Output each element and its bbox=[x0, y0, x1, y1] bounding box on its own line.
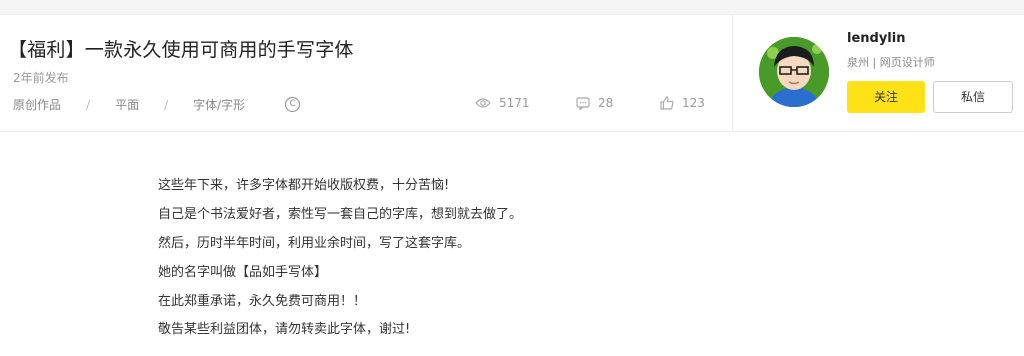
breadcrumb-item-typeface[interactable]: 字体/字形 bbox=[193, 96, 245, 113]
body-paragraph: 在此郑重承诺，永久免费可商用！！ bbox=[158, 294, 367, 309]
body-paragraph: 自己是个书法爱好者，索性写一套自己的字库，想到就去做了。 bbox=[158, 207, 523, 222]
like-count[interactable]: 123 bbox=[660, 96, 705, 110]
publish-time: 2年前发布 bbox=[13, 71, 69, 85]
comment-icon bbox=[576, 96, 590, 110]
thumbs-up-icon bbox=[660, 96, 674, 110]
body-paragraph: 她的名字叫做【品如手写体】 bbox=[158, 265, 328, 280]
breadcrumb: 原创作品 / 平面 / 字体/字形 C bbox=[13, 96, 301, 113]
article-body: 这些年下来，许多字体都开始收版权费，十分苦恼! 自己是个书法爱好者，索性写一套自… bbox=[0, 132, 1024, 356]
view-count-value: 5171 bbox=[499, 96, 530, 110]
breadcrumb-separator: / bbox=[86, 97, 91, 112]
author-name[interactable]: lendylin bbox=[847, 31, 905, 46]
avatar[interactable] bbox=[759, 37, 829, 107]
breadcrumb-separator: / bbox=[164, 97, 169, 112]
body-paragraph: 这些年下来，许多字体都开始收版权费，十分苦恼! bbox=[158, 178, 450, 193]
view-count: 5171 bbox=[475, 96, 530, 110]
breadcrumb-item-original[interactable]: 原创作品 bbox=[13, 96, 61, 113]
follow-button[interactable]: 关注 bbox=[847, 81, 925, 113]
breadcrumb-item-graphic[interactable]: 平面 bbox=[115, 96, 139, 113]
body-paragraph: 敬告某些利益团体，请勿转卖此字体，谢过! bbox=[158, 322, 411, 337]
copyright-icon[interactable]: C bbox=[285, 97, 301, 112]
header-divider bbox=[732, 15, 733, 131]
comment-count-value: 28 bbox=[598, 96, 614, 110]
like-count-value: 123 bbox=[682, 96, 705, 110]
avatar-illustration bbox=[759, 37, 829, 107]
body-paragraph: 然后，历时半年时间，利用业余时间，写了这套字库。 bbox=[158, 236, 471, 251]
author-info: 泉州 | 网页设计师 bbox=[847, 56, 935, 69]
comment-count[interactable]: 28 bbox=[576, 96, 613, 110]
top-strip bbox=[0, 0, 1024, 15]
article-title: 【福利】一款永久使用可商用的手写字体 bbox=[8, 39, 354, 61]
article-header: 【福利】一款永久使用可商用的手写字体 2年前发布 原创作品 / 平面 / 字体/… bbox=[0, 15, 1024, 132]
eye-icon bbox=[475, 98, 491, 108]
message-button[interactable]: 私信 bbox=[933, 81, 1013, 113]
